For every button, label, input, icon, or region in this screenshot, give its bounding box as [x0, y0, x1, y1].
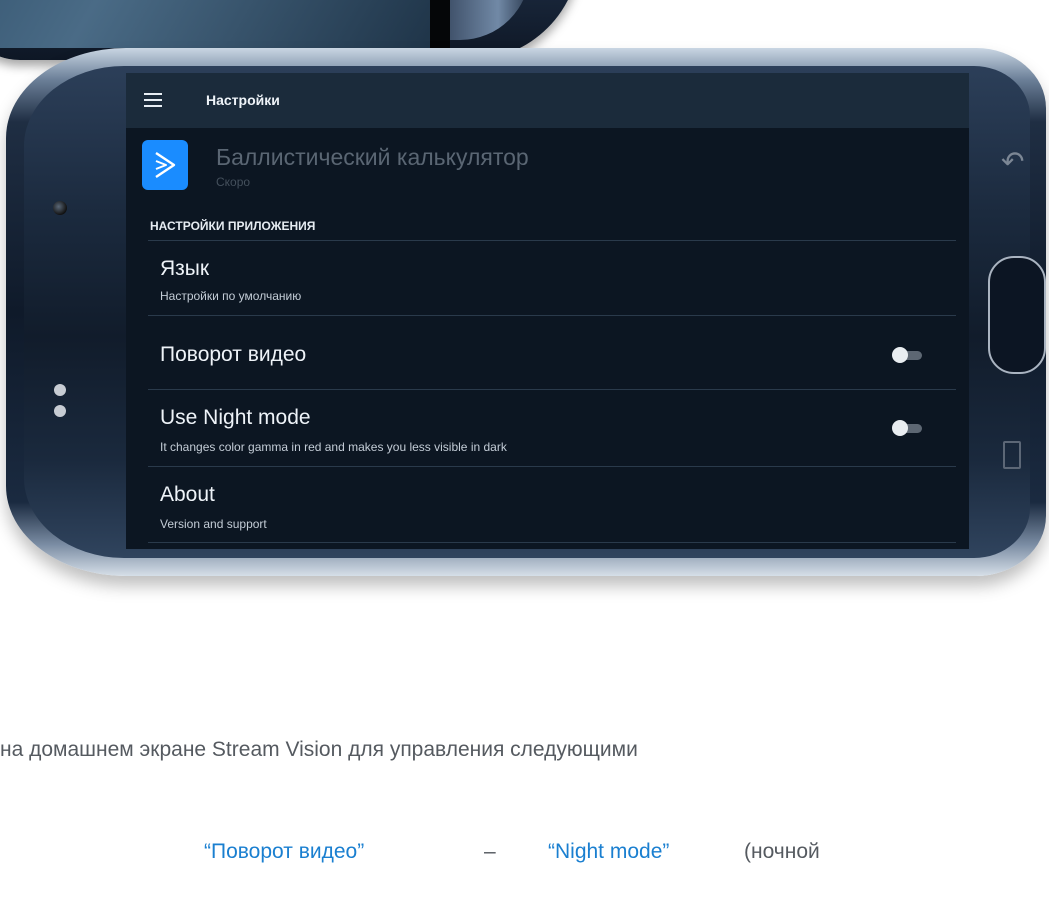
setting-title: Поворот видео [160, 343, 307, 366]
phone-screen: Настройки Баллистический калькулятор Ско… [126, 73, 969, 549]
night-mode-tail-text: (ночной [744, 840, 820, 863]
recent-apps-icon[interactable] [1003, 441, 1021, 469]
sensor-dot [54, 384, 66, 396]
section-header: НАСТРОЙКИ ПРИЛОЖЕНИЯ [150, 219, 316, 233]
app-row-title: Баллистический калькулятор [216, 144, 529, 170]
divider [148, 240, 956, 241]
app-bar-title: Настройки [206, 92, 280, 108]
back-key-icon[interactable]: ↶ [1001, 148, 1024, 176]
setting-title: Язык [160, 257, 210, 280]
link-video-rotation[interactable]: “Поворот видео” [204, 840, 364, 864]
camera-icon [53, 201, 67, 215]
setting-title: Use Night mode [160, 406, 311, 429]
dash-text: – [484, 840, 496, 863]
setting-title: About [160, 483, 215, 506]
setting-subtitle: Настройки по умолчанию [160, 289, 302, 303]
sensor-dot [54, 405, 66, 417]
hamburger-menu-icon[interactable] [144, 93, 162, 107]
phone-top-rim [450, 0, 530, 40]
ballistic-calculator-row[interactable]: Баллистический калькулятор Скоро [126, 128, 969, 200]
divider [148, 466, 956, 467]
setting-subtitle: Version and support [160, 517, 267, 531]
home-button[interactable] [988, 256, 1046, 374]
video-rotation-toggle[interactable] [892, 347, 922, 363]
divider [148, 542, 956, 543]
phone-top-screen [0, 0, 440, 48]
phone-top-bezel [430, 0, 450, 48]
ballistic-app-icon [142, 140, 188, 190]
body-text-line: на домашнем экране Stream Vision для упр… [0, 738, 638, 761]
app-row-subtitle: Скоро [216, 175, 251, 189]
setting-subtitle: It changes color gamma in red and makes … [160, 440, 507, 454]
divider [148, 389, 956, 390]
app-bar: Настройки [126, 73, 969, 128]
night-mode-toggle[interactable] [892, 420, 922, 436]
link-night-mode[interactable]: “Night mode” [548, 840, 669, 864]
divider [148, 315, 956, 316]
